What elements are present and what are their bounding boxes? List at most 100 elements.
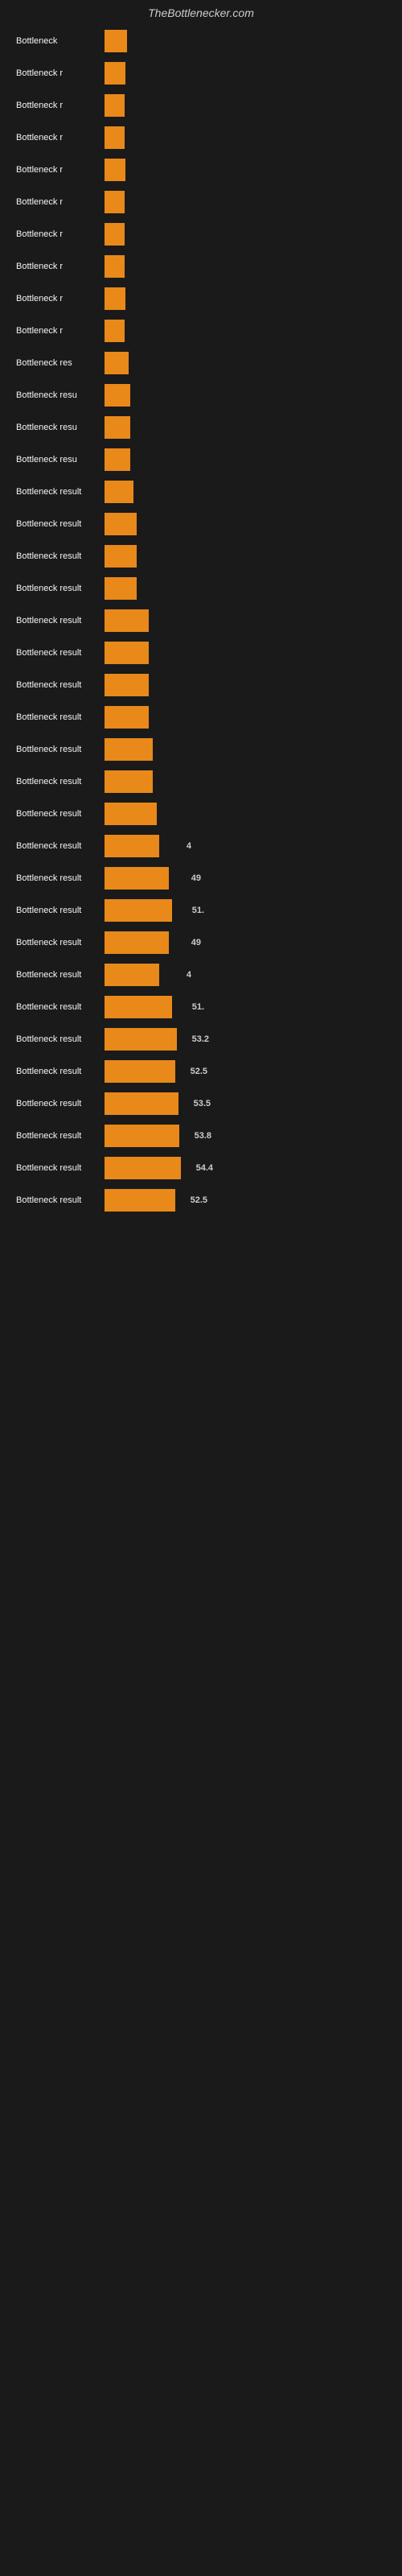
bar-row: Bottleneck result4 [16, 831, 386, 861]
bar-value: 51. [192, 906, 204, 915]
bar-label: Bottleneck result [16, 712, 105, 722]
bar-row: Bottleneck result [16, 477, 386, 507]
bar-wrapper: 53.2 [105, 1024, 386, 1055]
bar-row: Bottleneck r [16, 283, 386, 314]
bar [105, 803, 157, 825]
bar-wrapper [105, 766, 386, 797]
bar-row: Bottleneck result51. [16, 895, 386, 926]
bar [105, 770, 153, 793]
bar-wrapper [105, 58, 386, 89]
bar: 54.4 [105, 1157, 181, 1179]
bar-label: Bottleneck result [16, 551, 105, 561]
bar-label: Bottleneck result [16, 938, 105, 947]
bar-value: 4 [187, 970, 191, 980]
bar [105, 545, 137, 568]
bar [105, 94, 125, 117]
bar-row: Bottleneck result51. [16, 992, 386, 1022]
bar-wrapper [105, 573, 386, 604]
bar-wrapper [105, 702, 386, 733]
bar: 53.5 [105, 1092, 178, 1115]
bar-label: Bottleneck result [16, 777, 105, 786]
bar [105, 609, 149, 632]
bar [105, 642, 149, 664]
bar-wrapper [105, 477, 386, 507]
bar-wrapper [105, 380, 386, 411]
bar-value: 4 [187, 841, 191, 851]
bar [105, 223, 125, 246]
bar-row: Bottleneck result4 [16, 960, 386, 990]
bar: 53.2 [105, 1028, 177, 1051]
bar-wrapper: 53.5 [105, 1088, 386, 1119]
bar-label: Bottleneck result [16, 584, 105, 593]
bar-value: 49 [191, 873, 201, 883]
bar-wrapper [105, 509, 386, 539]
bar-row: Bottleneck res [16, 348, 386, 378]
bar-label: Bottleneck result [16, 906, 105, 915]
bar-wrapper: 54.4 [105, 1153, 386, 1183]
bar-row: Bottleneck result [16, 702, 386, 733]
bar-row: Bottleneck r [16, 316, 386, 346]
bar-wrapper [105, 541, 386, 572]
chart-container: BottleneckBottleneck rBottleneck rBottle… [0, 26, 402, 1225]
bar-value: 52.5 [191, 1067, 207, 1076]
bar [105, 448, 130, 471]
bar-row: Bottleneck result52.5 [16, 1185, 386, 1216]
bar-row: Bottleneck result49 [16, 863, 386, 894]
bar-label: Bottleneck resu [16, 390, 105, 400]
bar-wrapper [105, 605, 386, 636]
bar-row: Bottleneck result [16, 509, 386, 539]
bar-row: Bottleneck r [16, 187, 386, 217]
bar-label: Bottleneck r [16, 101, 105, 110]
bar-value: 54.4 [196, 1163, 213, 1173]
bar-label: Bottleneck r [16, 294, 105, 303]
bar-wrapper [105, 734, 386, 765]
bar-value: 53.2 [192, 1034, 209, 1044]
bar-label: Bottleneck result [16, 809, 105, 819]
bar [105, 30, 127, 52]
bar: 51. [105, 899, 172, 922]
bar-label: Bottleneck result [16, 873, 105, 883]
bar-label: Bottleneck r [16, 133, 105, 142]
bar: 4 [105, 964, 159, 986]
bar-row: Bottleneck resu [16, 380, 386, 411]
bar-label: Bottleneck result [16, 616, 105, 625]
bar [105, 706, 149, 729]
bar-label: Bottleneck result [16, 1099, 105, 1108]
bar-label: Bottleneck r [16, 262, 105, 271]
bar-wrapper [105, 316, 386, 346]
bar-row: Bottleneck result53.5 [16, 1088, 386, 1119]
bar: 51. [105, 996, 172, 1018]
bar-wrapper [105, 283, 386, 314]
bar-label: Bottleneck result [16, 1195, 105, 1205]
bar-row: Bottleneck result 49 [16, 927, 386, 958]
bar-label: Bottleneck result [16, 648, 105, 658]
bar-label: Bottleneck r [16, 68, 105, 78]
bar-row: Bottleneck result54.4 [16, 1153, 386, 1183]
bar: 4 [105, 835, 159, 857]
bar-value: 49 [191, 938, 201, 947]
bar-row: Bottleneck r [16, 219, 386, 250]
bar [105, 287, 125, 310]
bar-row: Bottleneck result [16, 734, 386, 765]
bar-row: Bottleneck result [16, 541, 386, 572]
bar [105, 513, 137, 535]
bar-row: Bottleneck r [16, 251, 386, 282]
bar-label: Bottleneck r [16, 197, 105, 207]
bar-wrapper [105, 90, 386, 121]
bar-row: Bottleneck r [16, 155, 386, 185]
bar-row: Bottleneck r [16, 58, 386, 89]
bar: 49 [105, 867, 169, 890]
bar-label: Bottleneck result [16, 841, 105, 851]
bar-wrapper [105, 26, 386, 56]
bar [105, 384, 130, 407]
bar: 52.5 [105, 1189, 175, 1212]
bar [105, 255, 125, 278]
bar [105, 159, 125, 181]
bar-label: Bottleneck resu [16, 423, 105, 432]
bar-wrapper [105, 638, 386, 668]
bar [105, 126, 125, 149]
bar [105, 674, 149, 696]
bar-label: Bottleneck result [16, 745, 105, 754]
bar-row: Bottleneck result52.5 [16, 1056, 386, 1087]
bar-row: Bottleneck r [16, 90, 386, 121]
